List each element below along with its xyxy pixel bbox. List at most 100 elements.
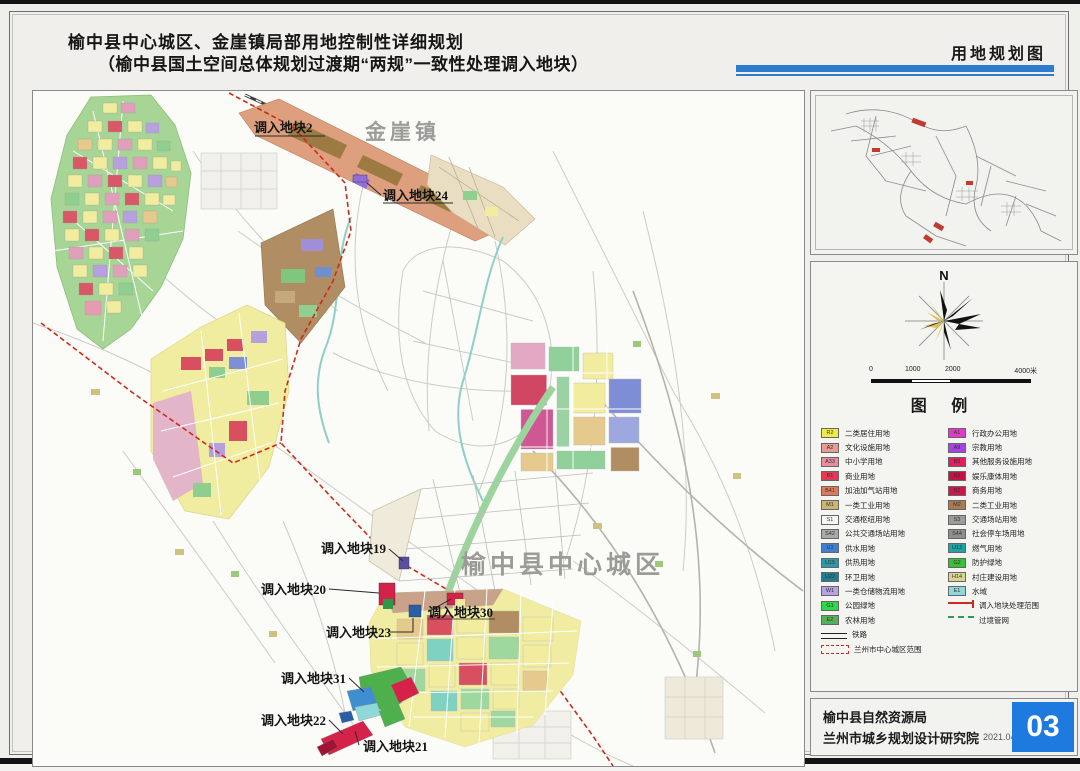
legend-swatch: A1 (948, 428, 966, 438)
legend-item: R2 二类居住用地 (821, 426, 946, 440)
legend-swatch: S3 (948, 515, 966, 525)
legend-item: B41 加油加气站用地 (821, 484, 946, 498)
legend-swatch: B2 (948, 486, 966, 496)
legend-item-label: 供热用地 (845, 557, 875, 568)
legend-item-label: 铁路 (852, 629, 867, 640)
plot23-label: 调入地块23 (326, 625, 392, 640)
legend-item: W1一类仓储物流用地 (821, 584, 946, 598)
plot24-label: 调入地块24 (383, 188, 449, 203)
red-line-tick (972, 600, 974, 608)
legend-item-label: 农林用地 (845, 615, 875, 626)
legend-line-item: 铁路 (821, 627, 946, 641)
legend-item: M2 二类工业用地 (948, 498, 1073, 512)
plot22-label: 调入地块22 (261, 713, 326, 728)
legend-swatch: B3 (948, 471, 966, 481)
legend-item-label: 过境管网 (979, 615, 1009, 626)
legend-item-label: 二类工业用地 (972, 500, 1017, 511)
plot19-label: 调入地块19 (321, 541, 387, 556)
legend-swatch: G2 (948, 558, 966, 568)
sheet-number: 03 (1012, 702, 1074, 752)
outer-frame: 榆中县中心城区、金崖镇局部用地控制性详细规划 （榆中县国土空间总体规划过渡期“两… (9, 11, 1069, 755)
legend-swatch: W1 (821, 586, 839, 596)
legend-item: E1 水域 (948, 584, 1073, 598)
legend-swatch: B41 (821, 486, 839, 496)
legend-item: S3 交通场站用地 (948, 512, 1073, 526)
legend-item: U22环卫用地 (821, 570, 946, 584)
legend-line-item: 过境管网 (948, 613, 1073, 627)
legend-swatch: B9 (948, 457, 966, 467)
page: { "header": { "title_line1": "榆中县中心城区、金崖… (0, 0, 1080, 764)
legend-title: 图 例 (811, 392, 1077, 416)
legend-item: U1供水用地 (821, 541, 946, 555)
legend-item-label: 交通场站用地 (972, 514, 1017, 525)
scale-bar-line (871, 379, 1031, 383)
legend-item-label: 水域 (972, 586, 987, 597)
scale-tick-0: 0 (869, 366, 873, 373)
org-name-2: 兰州市城乡规划设计研究院 (823, 728, 979, 747)
legend-item: A9 宗教用地 (948, 440, 1073, 454)
legend-swatch: A2 (821, 443, 839, 453)
legend-col-left: R2 二类居住用地 A2 文化设施用地 A33 中小学用地 B1商业用地 B41 加油加气站用地… (821, 426, 946, 656)
legend-swatch: U15 (821, 558, 839, 568)
plot20-label: 调入地块20 (261, 582, 326, 597)
legend-swatch: E2 (821, 615, 839, 625)
map-type-label: 用地规划图 (951, 40, 1046, 64)
jinya-town-label: 金崖镇 (364, 120, 440, 144)
legend-item-label: 兰州市中心城区范围 (854, 644, 922, 655)
legend-item: S44社会停车场用地 (948, 527, 1073, 541)
legend-item: B9其他服务设施用地 (948, 455, 1073, 469)
date: 2021.04 (983, 732, 1016, 742)
scale-bar: 0 1000 2000 4000米 (871, 366, 1031, 388)
legend-item: A2 文化设施用地 (821, 440, 946, 454)
legend-swatch: H14 (948, 572, 966, 582)
central-city-label: 榆中县中心城区 (461, 550, 664, 579)
legend-item-label: 公园绿地 (845, 600, 875, 611)
scale-tick-3: 4000米 (1014, 366, 1037, 376)
boundary-symbol (821, 645, 849, 654)
locator-panel (810, 90, 1078, 255)
accent-bar-thin (736, 74, 1054, 76)
compass-north-label: N (939, 268, 948, 283)
legend-item-label: 环卫用地 (845, 572, 875, 583)
locator-inner-frame (815, 95, 1073, 250)
legend-swatch: A33 (821, 457, 839, 467)
legend-item-label: 行政办公用地 (972, 428, 1017, 439)
legend-item-label: 二类居住用地 (845, 428, 890, 439)
scale-bar-segment (911, 379, 951, 383)
scale-tick-2: 2000 (945, 366, 961, 373)
plot31-label: 调入地块31 (281, 671, 346, 686)
legend-swatch: U13 (948, 543, 966, 553)
locator-highlights (872, 118, 973, 244)
legend-item-label: 宗教用地 (972, 442, 1002, 453)
legend-line-item: 兰州市中心城区范围 (821, 642, 946, 656)
legend-item: B1商业用地 (821, 469, 946, 483)
main-map: 金崖镇 榆中县中心城区 调入地块2 调入地块24 调入地块19 调入地块20 调… (33, 91, 804, 766)
legend-col-right: A1行政办公用地A9宗教用地B9其他服务设施用地B3娱乐康体用地B2商务用地M2… (948, 426, 1073, 656)
legend-item: H14村庄建设用地 (948, 570, 1073, 584)
legend-panel: N (810, 261, 1078, 692)
legend-item-label: 一类工业用地 (845, 500, 890, 511)
legend-item: B2商务用地 (948, 484, 1073, 498)
legend-swatch: M2 (948, 500, 966, 510)
legend-item-label: 文化设施用地 (845, 442, 890, 453)
title-block: 榆中县自然资源局 兰州市城乡规划设计研究院 2021.04 03 (810, 698, 1078, 756)
legend-item-label: 供水用地 (845, 543, 875, 554)
legend-item: U15 供热用地 (821, 556, 946, 570)
legend-swatch: M1 (821, 500, 839, 510)
legend-item-label: 加油加气站用地 (845, 485, 898, 496)
legend-item-label: 娱乐康体用地 (972, 471, 1017, 482)
legend-item-label: 中小学用地 (845, 456, 883, 467)
legend-swatch: E1 (948, 586, 966, 596)
accent-bar (736, 65, 1054, 72)
plot21-label: 调入地块21 (363, 739, 428, 754)
red-line-symbol (948, 602, 974, 614)
legend-item-label: 燃气用地 (972, 543, 1002, 554)
green-dash-symbol (948, 616, 974, 628)
legend-swatch: A9 (948, 443, 966, 453)
legend-item: S1交通枢纽用地 (821, 512, 946, 526)
legend-item-label: 商业用地 (845, 471, 875, 482)
locator-map (816, 96, 1074, 251)
legend-swatch: S44 (948, 529, 966, 539)
legend-item: E2 农林用地 (821, 613, 946, 627)
legend-swatch: R2 (821, 428, 839, 438)
